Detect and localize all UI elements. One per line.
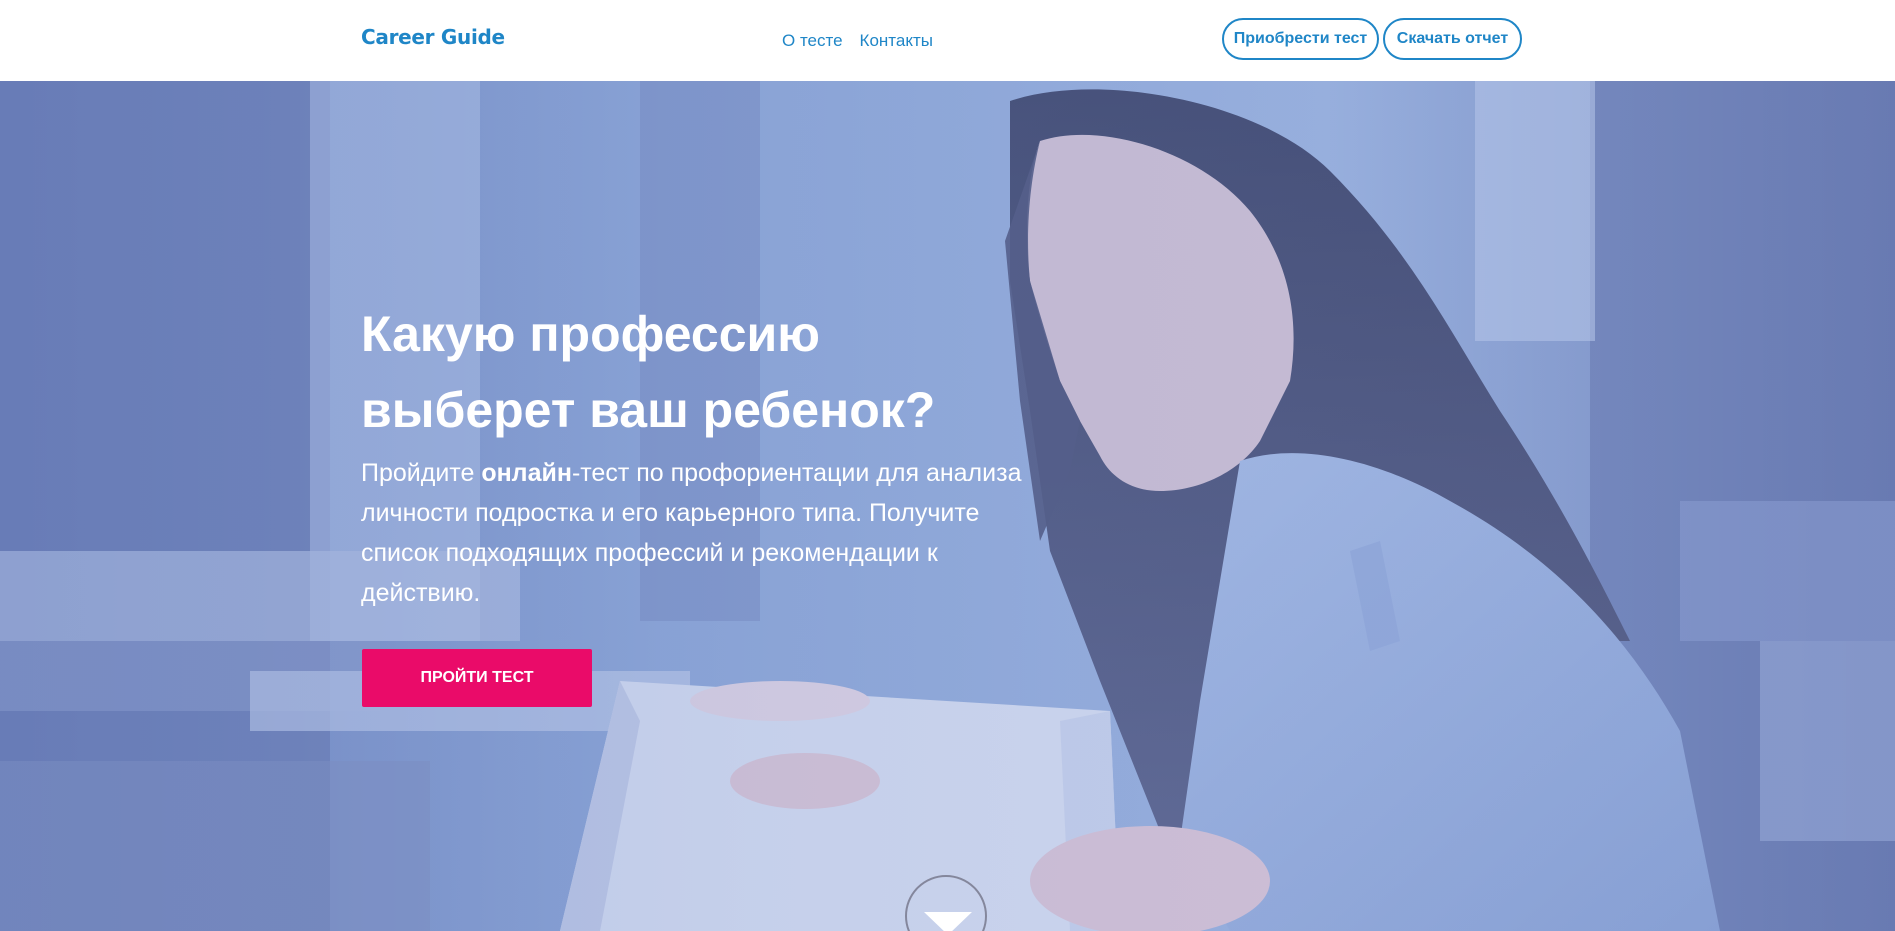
main-nav: О тесте Контакты [782,31,933,51]
logo[interactable]: Career Guide [361,25,505,49]
hero-description: Пройдите онлайн-тест по профориентации д… [361,453,1061,613]
chevron-down-icon [924,912,972,931]
nav-link-contacts[interactable]: Контакты [860,31,933,51]
download-report-button[interactable]: Скачать отчет [1383,18,1522,60]
hero-section: Какую профессию выберет ваш ребенок? Про… [0,81,1895,931]
site-header: Career Guide О тесте Контакты Приобрести… [0,0,1895,81]
hero-title-line-1: Какую профессию [361,306,820,362]
hero-title-line-2: выберет ваш ребенок? [361,382,936,438]
nav-link-about-test[interactable]: О тесте [782,31,843,51]
hero-desc-part-1: Пройдите [361,459,482,487]
hero-title: Какую профессию выберет ваш ребенок? [361,296,1061,448]
take-test-button[interactable]: ПРОЙТИ ТЕСТ [362,649,592,707]
hero-desc-bold: онлайн [481,459,572,487]
scroll-down-button[interactable] [905,875,987,931]
buy-test-button[interactable]: Приобрести тест [1222,18,1379,60]
